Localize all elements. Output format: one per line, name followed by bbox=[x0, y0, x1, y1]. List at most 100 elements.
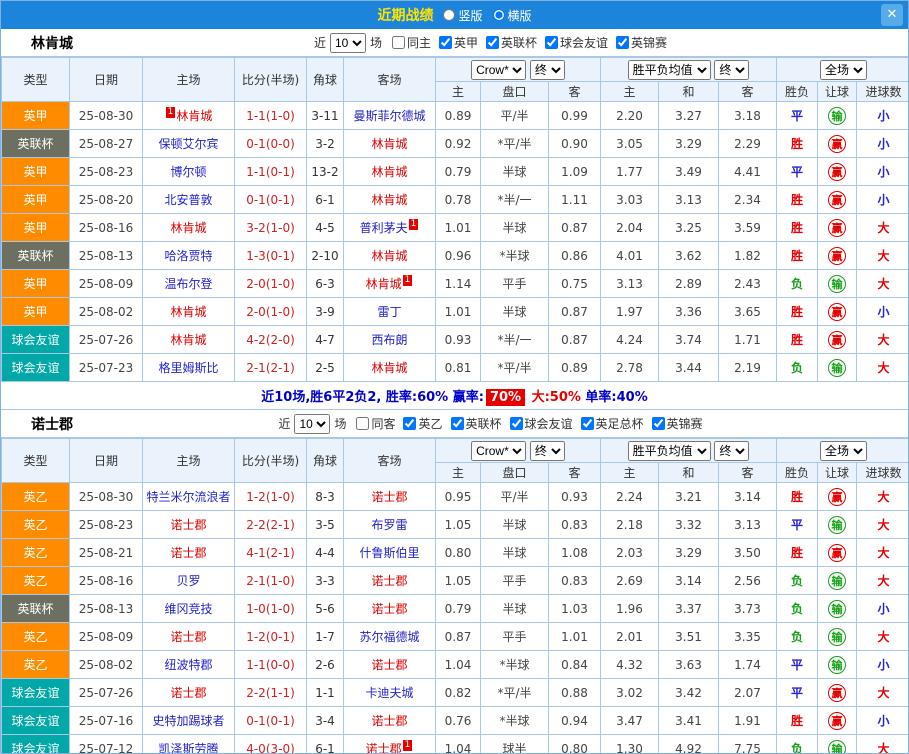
team-link[interactable]: 布罗雷 bbox=[344, 511, 436, 539]
filter-checkbox-英乙[interactable]: 英乙 bbox=[403, 415, 442, 432]
checkbox-input[interactable] bbox=[616, 36, 629, 49]
team-link[interactable]: 诺士郡 bbox=[143, 511, 235, 539]
filter-checkbox-英联杯[interactable]: 英联杯 bbox=[451, 415, 502, 432]
odds-stage-select[interactable]: 终 bbox=[530, 441, 565, 461]
odds-away: 1.01 bbox=[549, 623, 601, 651]
checkbox-input[interactable] bbox=[510, 417, 523, 430]
checkbox-input[interactable] bbox=[392, 36, 405, 49]
odds-company-select[interactable]: Crow* bbox=[471, 60, 526, 80]
team-link[interactable]: 诺士郡 bbox=[344, 707, 436, 735]
checkbox-input[interactable] bbox=[581, 417, 594, 430]
team-link[interactable]: 诺士郡 bbox=[143, 539, 235, 567]
team-link[interactable]: 林肯城1 bbox=[344, 270, 436, 298]
mean-draw: 2.89 bbox=[659, 270, 719, 298]
filter-checkbox-英足总杯[interactable]: 英足总杯 bbox=[581, 415, 644, 432]
checkbox-input[interactable] bbox=[439, 36, 452, 49]
team-link[interactable]: 林肯城 bbox=[143, 298, 235, 326]
mean-stage-select[interactable]: 终 bbox=[714, 60, 749, 80]
team-link[interactable]: 林肯城 bbox=[344, 158, 436, 186]
checkbox-label: 英锦赛 bbox=[631, 34, 667, 51]
team-link[interactable]: 林肯城 bbox=[344, 130, 436, 158]
team-link[interactable]: 诺士郡1 bbox=[344, 735, 436, 754]
checkbox-input[interactable] bbox=[356, 417, 369, 430]
recent-count-select[interactable]: 10 bbox=[330, 33, 366, 53]
team-link[interactable]: 诺士郡 bbox=[344, 651, 436, 679]
close-icon[interactable]: ✕ bbox=[881, 4, 903, 26]
mean-away: 3.14 bbox=[719, 483, 777, 511]
team-link[interactable]: 格里姆斯比 bbox=[143, 354, 235, 382]
team-link[interactable]: 特兰米尔流浪者 bbox=[143, 483, 235, 511]
team-link[interactable]: 林肯城 bbox=[344, 354, 436, 382]
odds-company-select[interactable]: Crow* bbox=[471, 441, 526, 461]
team-link[interactable]: 北安普敦 bbox=[143, 186, 235, 214]
team-link[interactable]: 哈洛贾特 bbox=[143, 242, 235, 270]
team-link[interactable]: 诺士郡 bbox=[344, 567, 436, 595]
team-link[interactable]: 凯泽斯劳腾 bbox=[143, 735, 235, 754]
layout-radio-horizontal[interactable]: 横版 bbox=[493, 7, 532, 24]
mean-draw: 3.14 bbox=[659, 567, 719, 595]
mean-draw: 3.29 bbox=[659, 539, 719, 567]
scope-select[interactable]: 全场 bbox=[820, 60, 867, 80]
team-link[interactable]: 什鲁斯伯里 bbox=[344, 539, 436, 567]
filter-checkbox-英锦赛[interactable]: 英锦赛 bbox=[652, 415, 703, 432]
checkbox-input[interactable] bbox=[652, 417, 665, 430]
odds-stage-select[interactable]: 终 bbox=[530, 60, 565, 80]
team-link[interactable]: 雷丁 bbox=[344, 298, 436, 326]
team-link[interactable]: 卡迪夫城 bbox=[344, 679, 436, 707]
filter-checkbox-英甲[interactable]: 英甲 bbox=[439, 34, 478, 51]
team-link[interactable]: 苏尔福德城 bbox=[344, 623, 436, 651]
team-link[interactable]: 林肯城 bbox=[143, 214, 235, 242]
match-score: 1-1(0-0) bbox=[235, 651, 307, 679]
radio-horizontal-input[interactable] bbox=[493, 9, 505, 21]
corner-count: 4-5 bbox=[307, 214, 344, 242]
result-goals: 小 bbox=[857, 651, 909, 679]
handicap-line: 平/半 bbox=[481, 102, 549, 130]
team-link[interactable]: 林肯城 bbox=[344, 186, 436, 214]
team-link[interactable]: 纽波特郡 bbox=[143, 651, 235, 679]
checkbox-input[interactable] bbox=[486, 36, 499, 49]
league-badge: 英甲 bbox=[2, 158, 70, 186]
checkbox-input[interactable] bbox=[451, 417, 464, 430]
odds-home: 0.82 bbox=[436, 679, 481, 707]
mean-draw: 3.44 bbox=[659, 354, 719, 382]
team-link[interactable]: 温布尔登 bbox=[143, 270, 235, 298]
league-badge: 英乙 bbox=[2, 539, 70, 567]
team-link[interactable]: 贝罗 bbox=[143, 567, 235, 595]
team-link[interactable]: 维冈竞技 bbox=[143, 595, 235, 623]
result-goals: 大 bbox=[857, 214, 909, 242]
layout-radio-vertical[interactable]: 竖版 bbox=[443, 7, 482, 24]
handicap-line: *半球 bbox=[481, 651, 549, 679]
recent-count-select[interactable]: 10 bbox=[294, 414, 330, 434]
team-link[interactable]: 曼斯菲尔德城 bbox=[344, 102, 436, 130]
team-link[interactable]: 史特加踢球者 bbox=[143, 707, 235, 735]
filter-checkbox-同主[interactable]: 同主 bbox=[392, 34, 431, 51]
team-name: 诺士郡 bbox=[371, 574, 407, 588]
mean-type-select[interactable]: 胜平负均值 bbox=[628, 60, 711, 80]
odds-away: 0.87 bbox=[549, 298, 601, 326]
scope-select[interactable]: 全场 bbox=[820, 441, 867, 461]
col-mean-home: 主 bbox=[601, 82, 659, 102]
team-link[interactable]: 博尔顿 bbox=[143, 158, 235, 186]
checkbox-input[interactable] bbox=[403, 417, 416, 430]
team-link[interactable]: 诺士郡 bbox=[344, 483, 436, 511]
result-handicap: 赢 bbox=[818, 679, 857, 707]
filter-checkbox-球会友谊[interactable]: 球会友谊 bbox=[510, 415, 573, 432]
mean-stage-select[interactable]: 终 bbox=[714, 441, 749, 461]
team-link[interactable]: 诺士郡 bbox=[143, 679, 235, 707]
filter-checkbox-英联杯[interactable]: 英联杯 bbox=[486, 34, 537, 51]
team-link[interactable]: 1林肯城 bbox=[143, 102, 235, 130]
team-link[interactable]: 保顿艾尔宾 bbox=[143, 130, 235, 158]
filter-checkbox-同客[interactable]: 同客 bbox=[356, 415, 395, 432]
filter-checkbox-球会友谊[interactable]: 球会友谊 bbox=[545, 34, 608, 51]
radio-vertical-input[interactable] bbox=[443, 9, 455, 21]
team-link[interactable]: 林肯城 bbox=[143, 326, 235, 354]
team-link[interactable]: 林肯城 bbox=[344, 242, 436, 270]
team-link[interactable]: 诺士郡 bbox=[143, 623, 235, 651]
team-link[interactable]: 西布朗 bbox=[344, 326, 436, 354]
mean-type-select[interactable]: 胜平负均值 bbox=[628, 441, 711, 461]
checkbox-input[interactable] bbox=[545, 36, 558, 49]
team-link[interactable]: 诺士郡 bbox=[344, 595, 436, 623]
team-link[interactable]: 普利茅夫1 bbox=[344, 214, 436, 242]
col-odds-away: 客 bbox=[549, 82, 601, 102]
filter-checkbox-英锦赛[interactable]: 英锦赛 bbox=[616, 34, 667, 51]
